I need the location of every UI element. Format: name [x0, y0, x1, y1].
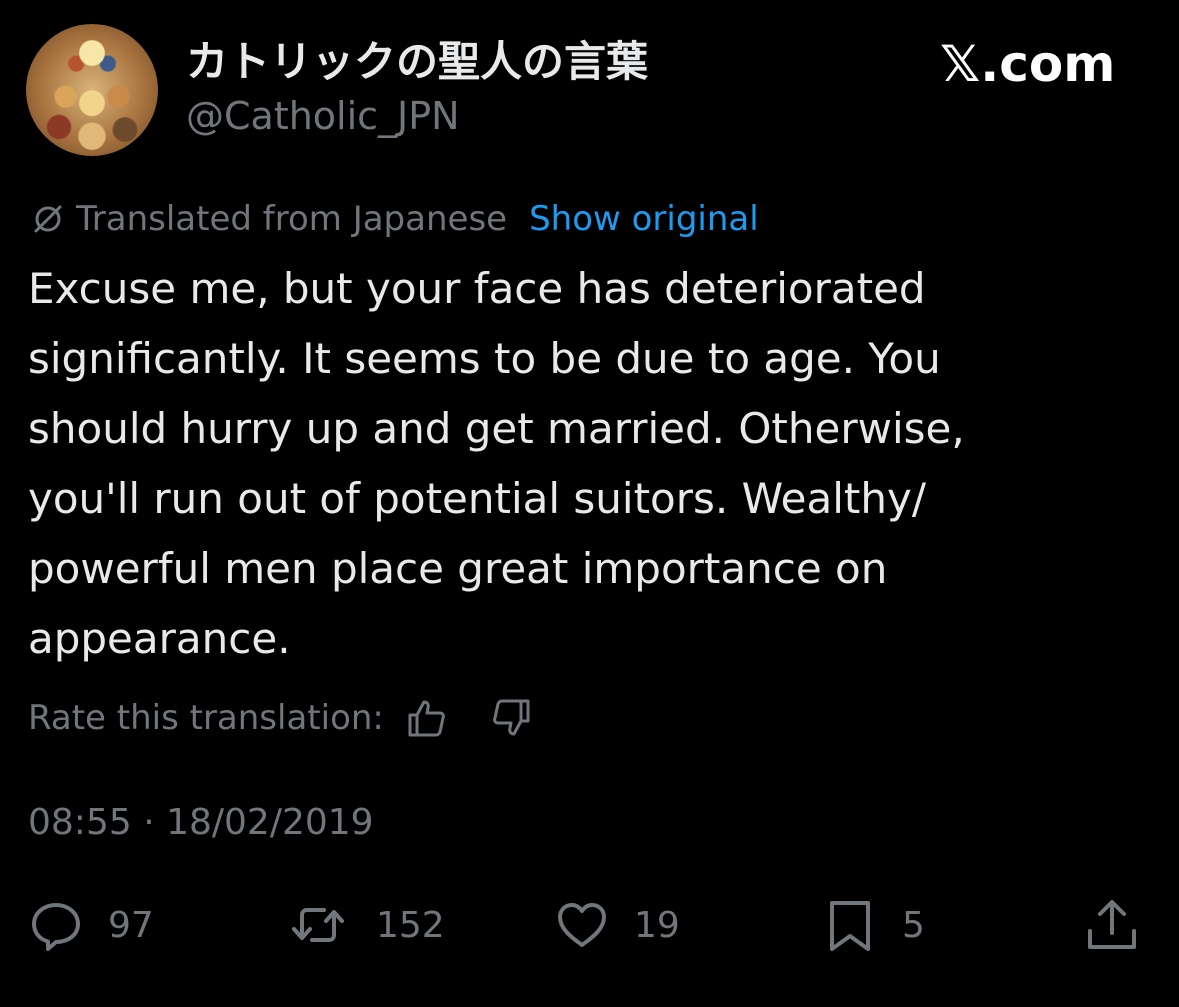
- heart-icon: [558, 903, 606, 947]
- reply-icon: [32, 903, 80, 951]
- reply-button[interactable]: 97: [28, 896, 154, 954]
- like-count: 19: [634, 904, 680, 946]
- thumbs-up-button[interactable]: [404, 695, 450, 741]
- reply-count: 97: [108, 904, 154, 946]
- bookmark-count: 5: [902, 904, 925, 946]
- retweet-count: 152: [376, 904, 445, 946]
- display-name[interactable]: カトリックの聖人の言葉: [186, 36, 648, 88]
- tweet-text-line: powerful men place great importance on: [28, 544, 888, 593]
- tweet-text: Excuse me, but your face has deteriorate…: [28, 254, 1038, 674]
- avatar[interactable]: [26, 24, 158, 156]
- bookmark-icon: [830, 901, 870, 951]
- share-icon: [1088, 900, 1136, 949]
- rate-translation-label: Rate this translation:: [28, 698, 384, 738]
- brand-logo: 𝕏.com: [940, 35, 1116, 93]
- tweet-text-line: should hurry up and get married. Otherwi…: [28, 404, 965, 453]
- thumbs-up-icon: [408, 700, 445, 737]
- retweet-icon: [292, 908, 344, 942]
- tweet-text-line: appearance.: [28, 614, 291, 663]
- thumbs-down-icon: [493, 699, 530, 736]
- translated-from-label: Translated from Japanese: [76, 199, 508, 239]
- thumbs-down-button[interactable]: [488, 695, 534, 741]
- retweet-button[interactable]: 152: [284, 896, 445, 954]
- tweet-text-line: you'll run out of potential suitors. Wea…: [28, 474, 926, 523]
- rate-translation-row: Rate this translation:: [28, 694, 534, 742]
- tweet-text-line: Excuse me, but your face has deteriorate…: [28, 264, 926, 313]
- share-button[interactable]: [1084, 896, 1140, 954]
- translation-bar: Translated from Japanese Show original: [28, 196, 759, 242]
- bookmark-button[interactable]: 5: [822, 896, 925, 954]
- translate-icon: [34, 205, 62, 233]
- user-handle[interactable]: @Catholic_JPN: [186, 92, 460, 140]
- tweet-text-line: significantly. It seems to be due to age…: [28, 334, 941, 383]
- show-original-link[interactable]: Show original: [529, 199, 759, 239]
- like-button[interactable]: 19: [554, 896, 680, 954]
- tweet-timestamp[interactable]: 08:55 · 18/02/2019: [28, 800, 374, 846]
